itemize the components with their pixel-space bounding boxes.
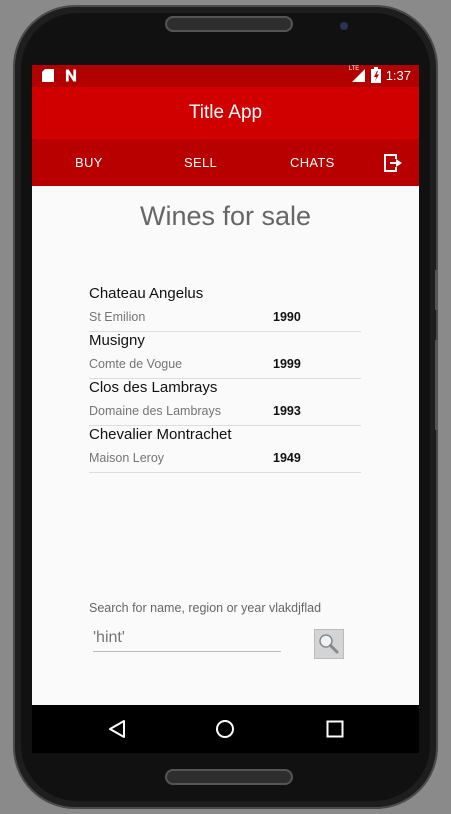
- home-icon[interactable]: [215, 719, 235, 739]
- tab-buy[interactable]: BUY: [75, 155, 103, 170]
- wine-region: Maison Leroy: [89, 451, 165, 465]
- n-notification-icon: [65, 69, 77, 82]
- search-button[interactable]: [314, 629, 344, 659]
- top-speaker: [165, 16, 293, 32]
- wine-region: St Emilion: [89, 310, 146, 324]
- wine-region: Comte de Vogue: [89, 357, 183, 371]
- tab-bar: BUY SELL CHATS: [32, 139, 419, 186]
- wine-name: Clos des Lambrays: [89, 379, 218, 396]
- back-icon[interactable]: [108, 719, 126, 739]
- volume-button: [435, 270, 438, 310]
- tab-sell[interactable]: SELL: [184, 155, 217, 170]
- list-item[interactable]: Chateau Angelus St Emilion 1990: [89, 285, 361, 332]
- wine-year: 1949: [273, 451, 301, 465]
- wine-region: Domaine des Lambrays: [89, 404, 222, 418]
- clock: 1:37: [385, 67, 411, 83]
- wine-name: Chateau Angelus: [89, 285, 204, 302]
- wine-name: Chevalier Montrachet: [89, 426, 232, 443]
- search-icon: [319, 634, 339, 654]
- bottom-speaker: [165, 769, 293, 785]
- wine-year: 1990: [273, 310, 301, 324]
- list-item[interactable]: Clos des Lambrays Domaine des Lambrays 1…: [89, 379, 361, 426]
- status-bar: LTE 1:37: [32, 65, 419, 87]
- app-title: Title App: [188, 102, 263, 123]
- front-camera: [340, 22, 348, 30]
- sd-card-icon: [42, 69, 54, 82]
- list-item[interactable]: Musigny Comte de Vogue 1999: [89, 332, 361, 379]
- wine-year: 1993: [273, 404, 301, 418]
- search-input[interactable]: [93, 625, 281, 652]
- list-item[interactable]: Chevalier Montrachet Maison Leroy 1949: [89, 426, 361, 473]
- signal-icon: LTE: [349, 66, 366, 83]
- tab-chats[interactable]: CHATS: [290, 155, 335, 170]
- wine-name: Musigny: [89, 332, 145, 349]
- battery-icon: [370, 67, 381, 83]
- page-title: Wines for sale: [139, 201, 312, 231]
- search-label: Search for name, region or year vlakdjfl…: [89, 601, 322, 615]
- app-bar: Title App: [32, 87, 419, 139]
- wine-year: 1999: [273, 357, 301, 371]
- status-right: LTE 1:37: [349, 66, 411, 83]
- power-button: [435, 340, 438, 430]
- app-screen: LTE 1:37 Title App BUY SELL CHATS Wines …: [32, 65, 419, 753]
- system-nav-bar: [32, 705, 419, 753]
- exit-to-app-icon[interactable]: [382, 152, 404, 174]
- recents-icon[interactable]: [326, 720, 344, 738]
